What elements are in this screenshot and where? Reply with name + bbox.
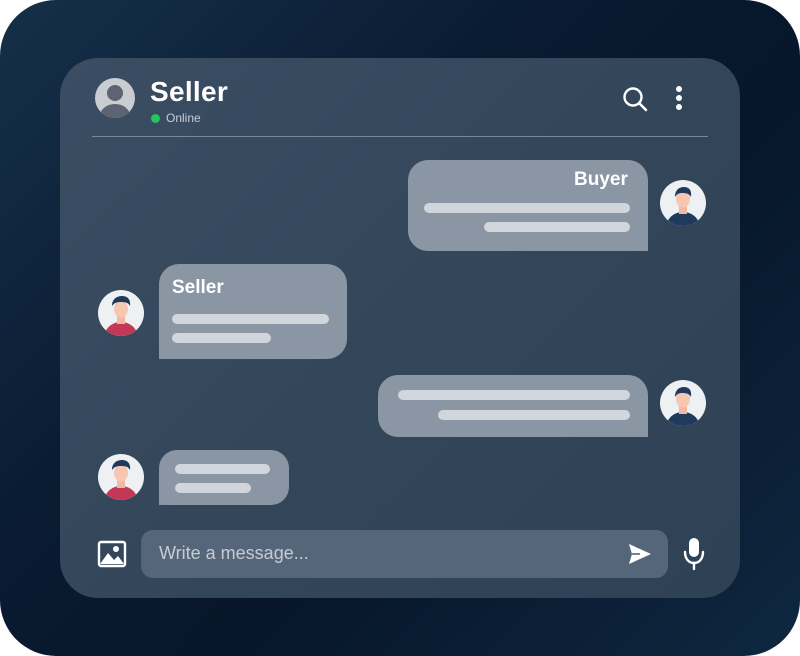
more-options-button[interactable] bbox=[668, 84, 690, 112]
header-divider bbox=[92, 136, 708, 137]
search-button[interactable] bbox=[620, 84, 650, 114]
online-dot bbox=[151, 113, 160, 123]
contact-avatar[interactable] bbox=[95, 78, 135, 118]
buyer-avatar bbox=[660, 180, 706, 226]
message-sender-label: Buyer bbox=[574, 169, 628, 190]
message-input-placeholder: Write a message... bbox=[159, 543, 309, 563]
seller-avatar-illustration bbox=[104, 460, 138, 500]
attach-image-button[interactable] bbox=[96, 538, 128, 570]
send-icon bbox=[629, 544, 651, 564]
seller-avatar-illustration bbox=[104, 296, 138, 336]
message-line-placeholder bbox=[424, 203, 630, 213]
message-line-placeholder bbox=[398, 390, 630, 400]
user-icon bbox=[100, 85, 130, 118]
buyer-avatar-illustration bbox=[666, 187, 700, 226]
seller-avatar bbox=[98, 454, 144, 500]
message-sender-label: Seller bbox=[172, 277, 224, 298]
status-text: Online bbox=[166, 111, 201, 125]
message-bubble-buyer bbox=[378, 375, 648, 437]
image-icon bbox=[97, 540, 127, 568]
message-bubble-seller bbox=[159, 450, 289, 505]
online-status: Online bbox=[151, 111, 201, 125]
buyer-avatar-illustration bbox=[666, 387, 700, 426]
search-icon bbox=[623, 87, 648, 112]
more-vertical-icon bbox=[676, 86, 682, 110]
contact-name: Seller bbox=[150, 76, 229, 107]
message-line-placeholder bbox=[484, 222, 630, 232]
send-button[interactable] bbox=[627, 542, 653, 566]
message-line-placeholder bbox=[172, 333, 271, 343]
microphone-icon bbox=[683, 538, 705, 571]
seller-avatar bbox=[98, 290, 144, 336]
voice-message-button[interactable] bbox=[682, 536, 706, 572]
message-input[interactable]: Write a message... bbox=[141, 530, 668, 578]
message-line-placeholder bbox=[172, 314, 329, 324]
message-line-placeholder bbox=[175, 483, 251, 493]
buyer-avatar bbox=[660, 380, 706, 426]
message-line-placeholder bbox=[438, 410, 630, 420]
message-line-placeholder bbox=[175, 464, 270, 474]
